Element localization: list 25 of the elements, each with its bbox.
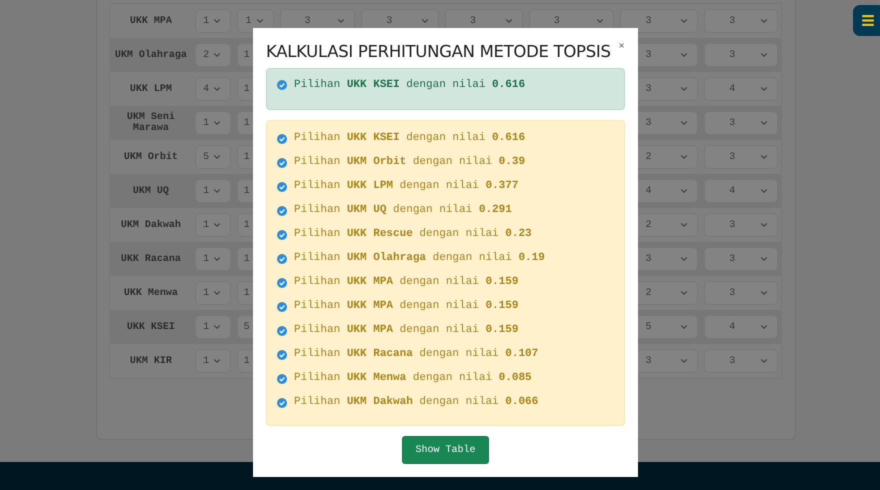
table-cell: UKM KIR xyxy=(130,356,172,366)
ranking-text: Pilihan UKM Dakwah dengan nilai 0.066 xyxy=(294,397,538,408)
ranking-text: Pilihan UKK Racana dengan nilai 0.107 xyxy=(294,349,538,360)
table-cell: UKK MPA xyxy=(130,16,172,26)
ranking-text: Pilihan UKK MPA dengan nilai 0.159 xyxy=(294,325,518,336)
alert-text: Pilihan UKK KSEI dengan nilai 0.616 xyxy=(294,80,526,91)
ranking-text: Pilihan UKM Olahraga dengan nilai 0.19 xyxy=(294,253,545,264)
table-cell-text: UKM Seni Marawa xyxy=(126,112,176,134)
table-cell: UKK LPM xyxy=(130,84,172,94)
ranking-text: Pilihan UKM Orbit dengan nilai 0.39 xyxy=(294,157,526,168)
ranking-text: Pilihan UKK LPM dengan nilai 0.377 xyxy=(294,181,518,192)
ranking-text: Pilihan UKK MPA dengan nilai 0.159 xyxy=(294,277,518,288)
table-cell: UKM Olahraga xyxy=(114,50,187,60)
ranking-text: Pilihan UKK KSEI dengan nilai 0.616 xyxy=(294,133,526,144)
modal-title: KALKULASI PERHITUNGAN METODE TOPSIS xyxy=(266,41,611,63)
ranking-text: Pilihan UKM UQ dengan nilai 0.291 xyxy=(294,205,512,216)
ranking-text: Pilihan UKK Rescue dengan nilai 0.23 xyxy=(294,229,532,240)
table-cell: UKK Racana xyxy=(120,254,181,264)
table-cell: UKM UQ xyxy=(132,186,169,196)
table-cell: UKM Orbit xyxy=(124,152,178,162)
table-cell: UKM Dakwah xyxy=(120,220,181,230)
ranking-text: Pilihan UKK MPA dengan nilai 0.159 xyxy=(294,301,518,312)
table-cell: UKK Menwa xyxy=(124,288,178,298)
ranking-text: Pilihan UKK Menwa dengan nilai 0.085 xyxy=(294,373,532,384)
table-cell: UKK KSEI xyxy=(126,322,175,332)
